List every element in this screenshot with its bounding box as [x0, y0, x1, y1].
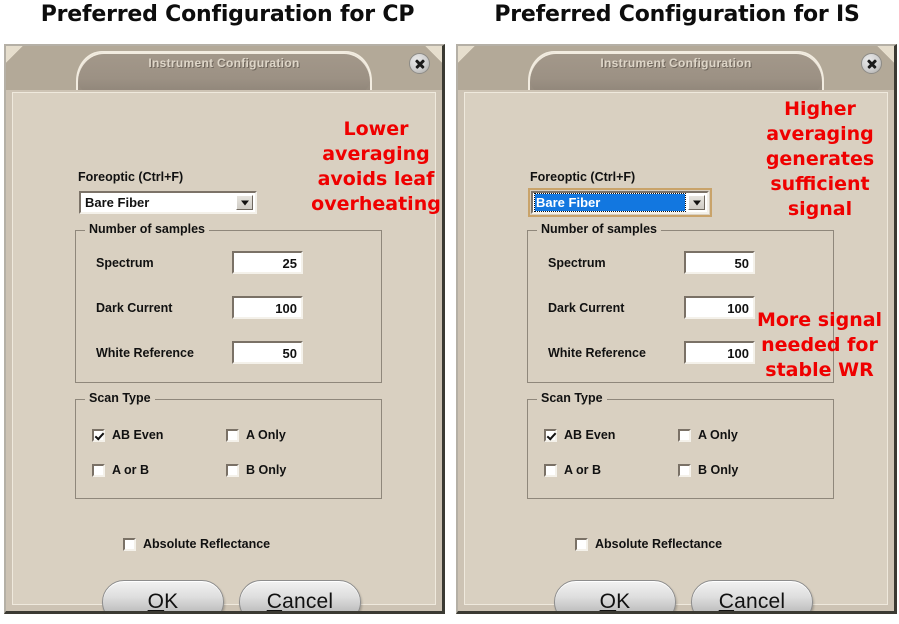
spectrum-input-cp[interactable]: 25 [232, 251, 303, 274]
checkbox-b-only-cp[interactable]: B Only [226, 463, 286, 477]
cancel-accel-char: C [266, 590, 283, 613]
foreoptic-combobox-value-cp: Bare Fiber [85, 195, 150, 210]
scan-type-group-is: Scan Type [527, 391, 834, 499]
screenshot-root: Preferred Configuration for CP Preferred… [0, 0, 899, 624]
cancel-button-cp[interactable]: Cancel [239, 580, 361, 613]
white-reference-input-cp[interactable]: 50 [232, 341, 303, 364]
checkbox-a-or-b-is[interactable]: A or B [544, 463, 601, 477]
window-title-is: Instrument Configuration [600, 56, 752, 70]
spectrum-label-is: Spectrum [548, 256, 606, 270]
annotation-lower-averaging: Lower averaging avoids leaf overheating [311, 118, 441, 215]
dark-current-label-cp: Dark Current [96, 301, 173, 315]
chevron-down-icon[interactable] [236, 195, 253, 210]
ok-button-label-is: OK [599, 590, 631, 613]
ok-accel-char: O [147, 590, 165, 613]
checkbox-box-icon [123, 537, 136, 551]
checkbox-absolute-reflectance-label-is: Absolute Reflectance [595, 537, 723, 551]
checkbox-b-only-is[interactable]: B Only [678, 463, 738, 477]
foreoptic-label-cp: Foreoptic (Ctrl+F) [78, 170, 184, 184]
checkbox-absolute-reflectance-label-cp: Absolute Reflectance [143, 537, 271, 551]
checkmark-icon [544, 428, 557, 442]
number-of-samples-title-cp: Number of samples [85, 222, 210, 236]
checkbox-a-only-label-is: A Only [698, 428, 738, 442]
white-reference-label-is: White Reference [548, 346, 646, 360]
ok-button-cp[interactable]: OK [102, 580, 224, 613]
foreoptic-combobox-cp[interactable]: Bare Fiber [79, 191, 257, 214]
checkbox-ab-even-label-cp: AB Even [112, 428, 164, 442]
checkbox-box-icon [575, 537, 588, 551]
checkbox-a-or-b-label-is: A or B [564, 463, 602, 477]
cancel-button-label-cp: Cancel [266, 590, 334, 613]
foreoptic-combobox-is[interactable]: Bare Fiber [528, 188, 712, 217]
number-of-samples-title-is: Number of samples [537, 222, 662, 236]
checkbox-b-only-label-cp: B Only [246, 463, 287, 477]
scan-type-group-cp: Scan Type [75, 391, 382, 499]
checkbox-box-icon [544, 463, 557, 477]
checkbox-b-only-label-is: B Only [698, 463, 739, 477]
ok-rest-char: K [616, 590, 631, 613]
cancel-button-is[interactable]: Cancel [691, 580, 813, 613]
white-reference-label-cp: White Reference [96, 346, 194, 360]
foreoptic-combobox-value-is: Bare Fiber [534, 193, 686, 212]
close-icon[interactable] [861, 53, 882, 74]
ok-accel-char: O [599, 590, 617, 613]
checkbox-box-icon [678, 428, 691, 442]
checkbox-box-icon [678, 463, 691, 477]
cancel-accel-char: C [718, 590, 735, 613]
ok-rest-char: K [164, 590, 179, 613]
figure-title-right: Preferred Configuration for IS [494, 2, 860, 27]
checkbox-absolute-reflectance-is[interactable]: Absolute Reflectance [575, 537, 722, 551]
close-icon[interactable] [409, 53, 430, 74]
ok-button-label-cp: OK [147, 590, 179, 613]
annotation-more-signal: More signal needed for stable WR [756, 309, 883, 381]
spectrum-label-cp: Spectrum [96, 256, 154, 270]
scan-type-title-is: Scan Type [537, 391, 607, 405]
spectrum-input-is[interactable]: 50 [684, 251, 755, 274]
checkbox-a-only-label-cp: A Only [246, 428, 286, 442]
checkbox-a-only-cp[interactable]: A Only [226, 428, 286, 442]
cancel-button-label-is: Cancel [718, 590, 786, 613]
checkbox-box-icon [226, 428, 239, 442]
checkbox-a-or-b-label-cp: A or B [112, 463, 150, 477]
chevron-down-icon[interactable] [688, 195, 705, 210]
checkbox-ab-even-cp[interactable]: AB Even [92, 428, 163, 442]
checkbox-box-icon [226, 463, 239, 477]
cancel-rest-char: ancel [282, 590, 334, 613]
dark-current-input-cp[interactable]: 100 [232, 296, 303, 319]
foreoptic-label-is: Foreoptic (Ctrl+F) [530, 170, 636, 184]
figure-title-left: Preferred Configuration for CP [40, 2, 415, 27]
annotation-higher-averaging: Higher averaging generates sufficient si… [765, 98, 875, 220]
checkbox-a-or-b-cp[interactable]: A or B [92, 463, 149, 477]
checkbox-absolute-reflectance-cp[interactable]: Absolute Reflectance [123, 537, 270, 551]
checkbox-ab-even-label-is: AB Even [564, 428, 616, 442]
checkbox-a-only-is[interactable]: A Only [678, 428, 738, 442]
checkmark-icon [92, 428, 105, 442]
cancel-rest-char: ancel [734, 590, 786, 613]
scan-type-title-cp: Scan Type [85, 391, 155, 405]
dark-current-label-is: Dark Current [548, 301, 625, 315]
checkbox-box-icon [92, 463, 105, 477]
checkbox-ab-even-is[interactable]: AB Even [544, 428, 615, 442]
window-title-cp: Instrument Configuration [148, 56, 300, 70]
ok-button-is[interactable]: OK [554, 580, 676, 613]
